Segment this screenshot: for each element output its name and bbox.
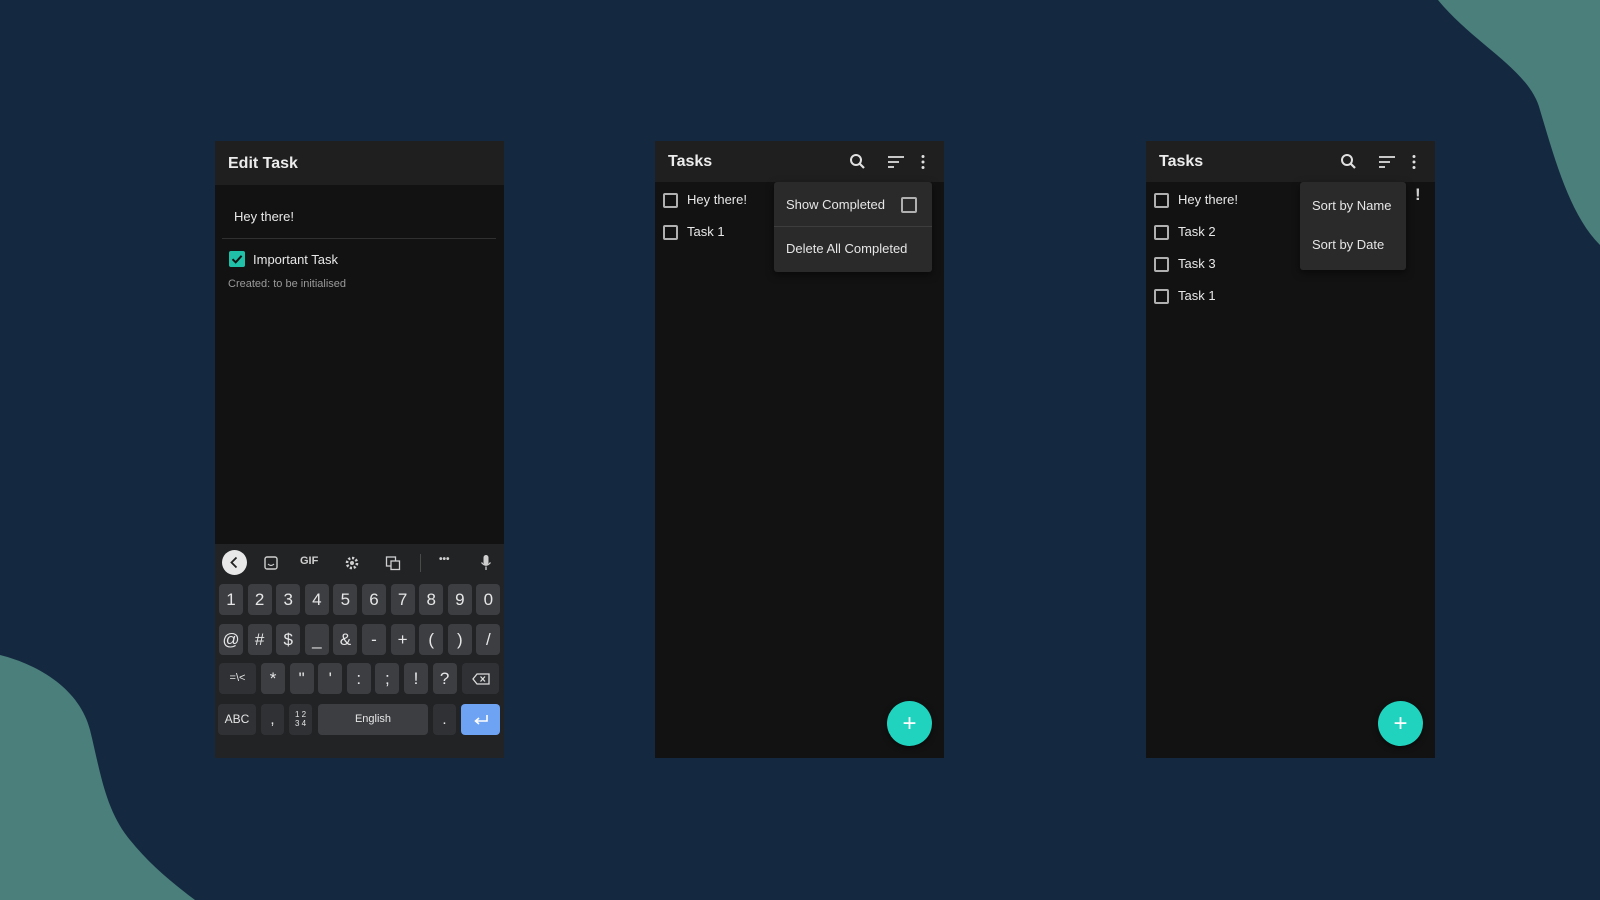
key-row1-0[interactable]: 1 [219,584,243,615]
key-row2-5[interactable]: - [362,624,386,655]
important-checkbox[interactable] [229,251,245,267]
sticker-icon[interactable] [263,555,279,571]
task-title: Task 2 [1178,224,1216,239]
gif-button[interactable]: GIF [300,555,318,567]
add-task-fab[interactable]: + [887,701,932,746]
key-row1-5[interactable]: 6 [362,584,386,615]
space-key[interactable]: English [318,704,428,735]
important-label: Important Task [253,252,339,267]
task-title: Hey there! [687,192,747,207]
more-options-icon[interactable]: ••• [439,554,450,565]
tasks-screen-overflow-menu: Tasks Hey there! Task 1 Show Completed D… [655,141,944,758]
microphone-icon[interactable] [479,554,493,572]
more-vert-icon[interactable] [912,151,934,173]
delete-all-completed-label: Delete All Completed [786,241,908,256]
key-row2-3[interactable]: _ [304,624,329,655]
show-completed-label: Show Completed [786,197,885,212]
key-row2-2[interactable]: $ [276,624,301,655]
key-row3-7[interactable]: ? [432,663,457,694]
key-row1-2[interactable]: 3 [276,584,301,615]
search-icon[interactable] [847,151,869,173]
task-checkbox[interactable] [1154,289,1169,304]
sort-icon[interactable] [1376,151,1398,173]
key-row3-3[interactable]: ' [318,663,343,694]
key-row1-9[interactable]: 0 [476,584,501,615]
key-row1-8[interactable]: 9 [447,584,472,615]
task-title: Task 1 [1178,288,1216,303]
key-row3-6[interactable]: ! [404,663,428,694]
numpad-key[interactable]: 1 2 3 4 [289,704,312,735]
check-icon [231,255,243,264]
key-row3-5[interactable]: ; [375,663,400,694]
task-checkbox[interactable] [663,193,678,208]
more-vert-icon[interactable] [1403,151,1425,173]
key-row1-7[interactable]: 8 [419,584,444,615]
sort-icon[interactable] [885,151,907,173]
sort-by-date-item[interactable]: Sort by Date [1312,237,1384,252]
key-row1-3[interactable]: 4 [304,584,329,615]
edit-task-screen: Edit Task Hey there! Important Task Crea… [215,141,504,758]
decorative-blob-bottom-left [0,655,195,900]
tasks-appbar: Tasks [655,141,944,182]
key-row1-4[interactable]: 5 [333,584,358,615]
task-name-value: Hey there! [234,209,294,224]
task-title: Task 3 [1178,256,1216,271]
delete-all-completed-item[interactable]: Delete All Completed [774,227,932,271]
period-key[interactable]: . [433,704,456,735]
edit-task-appbar: Edit Task [215,141,504,185]
key-row1-6[interactable]: 7 [390,584,415,615]
overflow-menu: Show Completed Delete All Completed [774,182,932,272]
key-row2-8[interactable]: ) [447,624,472,655]
collapse-toolbar-button[interactable] [222,550,247,575]
key-row2-4[interactable]: & [333,624,358,655]
symbols-toggle-key[interactable]: =\< [219,663,256,694]
key-row2-7[interactable]: ( [419,624,444,655]
toolbar-divider [420,554,421,572]
key-row1-1[interactable]: 2 [247,584,272,615]
sort-menu: Sort by Name Sort by Date [1300,182,1406,270]
task-title: Task 1 [687,224,725,239]
key-row2-0[interactable]: @ [219,624,243,655]
page-title: Tasks [1159,153,1204,170]
on-screen-keyboard: GIF ••• 1234567890 @ # $ _ & - +() / =\< * " ':;!?… [215,544,504,758]
created-text: Created: to be initialised [228,278,347,290]
add-task-fab[interactable]: + [1378,701,1423,746]
backspace-icon [471,673,490,685]
chevron-left-icon [230,556,238,569]
sort-by-name-item[interactable]: Sort by Name [1312,198,1391,213]
task-checkbox[interactable] [663,225,678,240]
show-completed-item[interactable]: Show Completed [774,182,932,226]
page-title: Edit Task [228,155,298,172]
enter-arrow-icon [473,715,488,725]
keyboard-toolbar: GIF ••• [215,544,504,582]
task-name-input[interactable]: Hey there! [222,194,496,239]
key-row3-4[interactable]: : [346,663,371,694]
page-title: Tasks [668,153,713,170]
translate-icon[interactable] [385,555,401,571]
backspace-key[interactable] [462,663,499,694]
settings-gear-icon[interactable] [344,555,360,571]
key-row2-6[interactable]: + [390,624,415,655]
task-title: Hey there! [1178,192,1238,207]
abc-key[interactable]: ABC [218,704,256,735]
enter-key[interactable] [461,704,500,735]
show-completed-checkbox[interactable] [901,197,917,213]
key-row2-1[interactable]: # [247,624,272,655]
decorative-blob-top-right [1438,0,1600,245]
key-row2-9[interactable]: / [476,624,501,655]
task-checkbox[interactable] [1154,193,1169,208]
search-icon[interactable] [1338,151,1360,173]
key-row3-1[interactable]: * [261,663,285,694]
task-checkbox[interactable] [1154,257,1169,272]
task-checkbox[interactable] [1154,225,1169,240]
key-row3-2[interactable]: " [289,663,314,694]
tasks-appbar: Tasks [1146,141,1435,182]
comma-key[interactable]: , [261,704,284,735]
important-marker-icon: ! [1415,185,1421,204]
tasks-screen-sort-menu: Tasks Hey there! Task 2 Task 3 Task 1 ! … [1146,141,1435,758]
